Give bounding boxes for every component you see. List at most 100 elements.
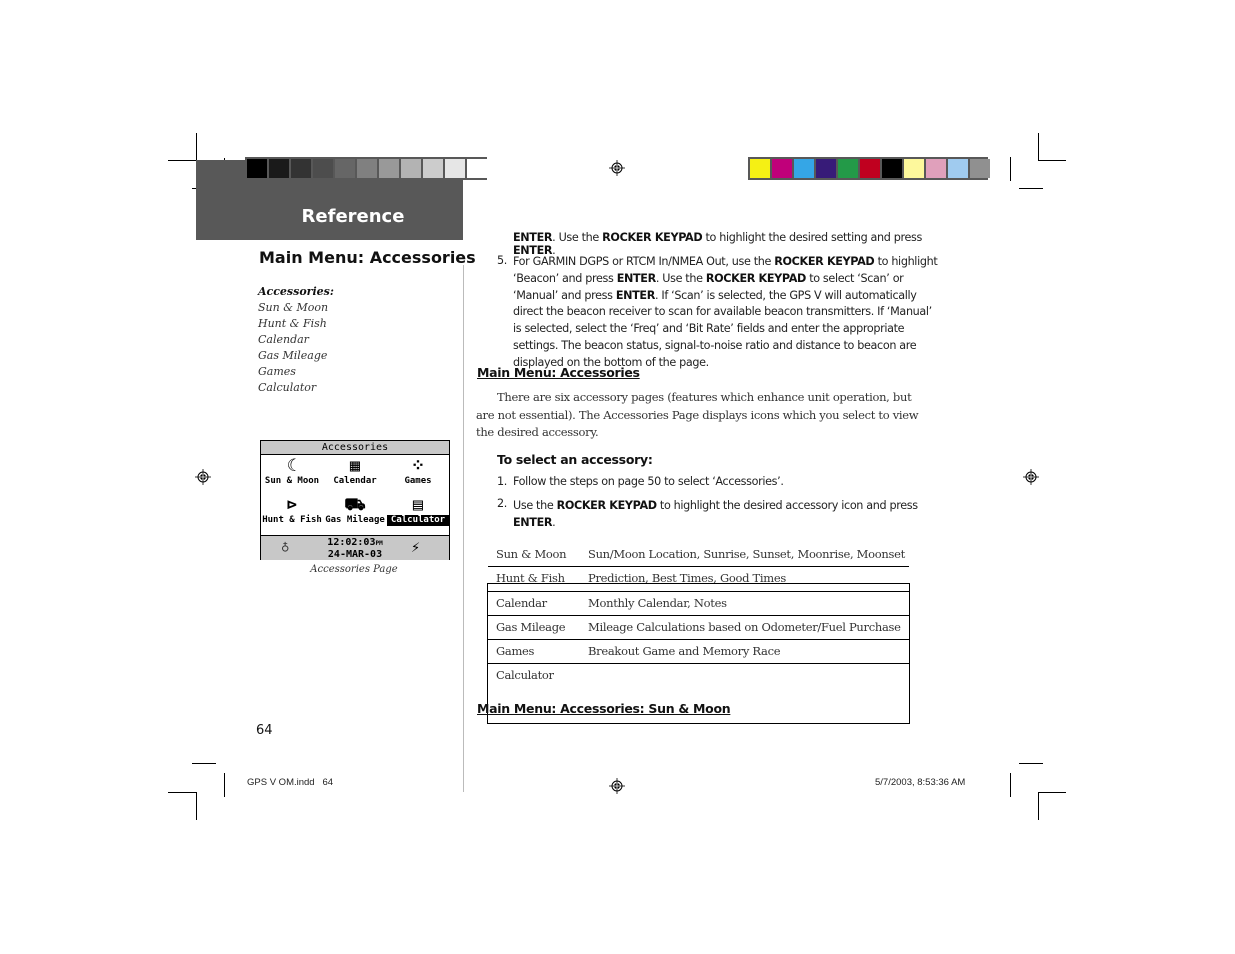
calendar-icon: ▦ bbox=[349, 456, 361, 476]
table-row-name: Gas Mileage bbox=[496, 620, 566, 634]
table-row-desc: Prediction, Best Times, Good Times bbox=[588, 571, 786, 583]
step-5-number: 5. bbox=[497, 254, 507, 267]
column-divider bbox=[463, 265, 464, 792]
registration-mark-icon bbox=[195, 469, 211, 485]
body-text: Use the bbox=[513, 499, 557, 512]
sidebar-list-item: Hunt & Fish bbox=[258, 317, 327, 330]
keyword-text: ROCKER KEYPAD bbox=[705, 271, 806, 285]
keyword-text: ENTER bbox=[616, 271, 657, 285]
color-swatch bbox=[816, 159, 836, 178]
crop-mark bbox=[196, 792, 197, 820]
table-row-name: Games bbox=[496, 644, 535, 658]
color-swatch bbox=[794, 159, 814, 178]
device-screen-title: Accessories bbox=[261, 441, 449, 455]
color-swatch bbox=[882, 159, 902, 178]
color-swatch bbox=[838, 159, 858, 178]
device-icon-label-selected: Calculator bbox=[387, 515, 449, 526]
body-text: to highlight the desired setting and pre… bbox=[702, 231, 923, 244]
figure-caption: Accessories Page bbox=[310, 564, 398, 575]
page-number: 64 bbox=[256, 723, 273, 738]
sidebar-list-item: Games bbox=[258, 365, 296, 378]
crop-mark bbox=[1019, 763, 1043, 764]
keyword-text: ROCKER KEYPAD bbox=[602, 231, 703, 244]
table-row-name: Calculator bbox=[496, 668, 554, 682]
sidebar-list-heading: Accessories: bbox=[258, 285, 334, 298]
device-icon-games: ⁘ Games bbox=[387, 456, 449, 487]
keyword-text: ROCKER KEYPAD bbox=[556, 499, 657, 512]
step-2-number: 2. bbox=[497, 497, 507, 510]
keyword-text: ENTER bbox=[513, 516, 553, 529]
sidebar-list-item: Sun & Moon bbox=[258, 301, 329, 314]
table-row-desc: Sun/Moon Location, Sunrise, Sunset, Moon… bbox=[588, 547, 905, 561]
sun-moon-heading: Main Menu: Accessories: Sun & Moon bbox=[477, 701, 731, 716]
registration-mark-icon bbox=[1023, 469, 1039, 485]
backlight-bulb-icon: ♁ bbox=[281, 539, 290, 555]
body-text: . Use the bbox=[655, 271, 706, 285]
device-time: 12:02:03 bbox=[327, 537, 376, 548]
color-swatch bbox=[313, 159, 333, 178]
table-rule bbox=[488, 591, 909, 592]
color-swatch bbox=[970, 159, 990, 178]
table-row-name: Hunt & Fish bbox=[496, 571, 565, 583]
table-rule bbox=[488, 566, 909, 567]
device-icon-calculator: ▤ Calculator bbox=[387, 495, 449, 526]
table-row-name: Sun & Moon bbox=[496, 547, 567, 561]
color-swatch bbox=[379, 159, 399, 178]
step-1-number: 1. bbox=[497, 475, 507, 488]
sidebar-title: Main Menu: Accessories bbox=[259, 248, 476, 267]
external-power-plug-icon: ⚡ bbox=[411, 538, 421, 556]
crop-mark bbox=[196, 133, 197, 161]
color-swatch bbox=[772, 159, 792, 178]
crop-mark bbox=[1038, 792, 1066, 793]
color-swatch bbox=[750, 159, 770, 178]
color-swatch bbox=[860, 159, 880, 178]
table-rule bbox=[488, 663, 909, 664]
color-swatch bbox=[948, 159, 968, 178]
step-1-text: Follow the steps on page 50 to select ‘A… bbox=[513, 475, 784, 488]
color-swatch bbox=[423, 159, 443, 178]
color-swatch bbox=[926, 159, 946, 178]
color-swatch bbox=[401, 159, 421, 178]
device-status-bar: ♁ 12:02:03PM 24-MAR-03 ⚡ bbox=[261, 535, 449, 560]
sidebar-accessory-list: Accessories: Sun & Moon Hunt & Fish Cale… bbox=[258, 284, 334, 396]
sidebar-list-item: Gas Mileage bbox=[258, 349, 328, 362]
keyword-text: ROCKER KEYPAD bbox=[774, 255, 875, 268]
table-row-name: Calendar bbox=[496, 596, 547, 610]
body-text: to highlight the desired accessory icon … bbox=[656, 499, 918, 512]
device-icon-gas-mileage: ⛟ Gas Mileage bbox=[324, 495, 386, 526]
color-swatch bbox=[247, 159, 267, 178]
footer-file-slug: GPS V OM.indd 64 bbox=[247, 777, 334, 788]
device-icon-label: Calendar bbox=[333, 476, 377, 486]
color-swatch bbox=[269, 159, 289, 178]
crop-mark bbox=[168, 792, 196, 793]
color-swatch bbox=[467, 159, 487, 178]
table-row-desc: Monthly Calendar, Notes bbox=[588, 596, 727, 610]
body-text: For GARMIN DGPS or RTCM In/NMEA Out, use… bbox=[513, 255, 775, 268]
sidebar-list-item: Calendar bbox=[258, 333, 309, 346]
select-accessory-heading: To select an accessory: bbox=[497, 452, 653, 467]
registration-mark-icon bbox=[609, 778, 625, 794]
device-icon-label: Hunt & Fish bbox=[262, 515, 322, 525]
accessories-page-screenshot: Accessories ☾ Sun & Moon ▦ Calendar ⁘ Ga… bbox=[260, 440, 450, 560]
device-icon-label: Sun & Moon bbox=[264, 476, 320, 486]
crop-mark bbox=[1038, 160, 1066, 161]
device-date: 24-MAR-03 bbox=[327, 549, 383, 560]
crop-mark bbox=[224, 773, 225, 797]
body-text: . bbox=[552, 516, 556, 529]
keyword-text: ENTER bbox=[615, 288, 656, 302]
crop-mark bbox=[192, 763, 216, 764]
table-rule bbox=[488, 615, 909, 616]
games-icon: ⁘ bbox=[410, 456, 426, 476]
crop-mark bbox=[168, 160, 196, 161]
crop-mark bbox=[1010, 773, 1011, 797]
crop-mark bbox=[1038, 133, 1039, 161]
car-icon: ⛟ bbox=[344, 495, 366, 515]
accessories-heading: Main Menu: Accessories bbox=[477, 365, 640, 380]
crop-mark bbox=[1010, 157, 1011, 181]
color-swatch bbox=[357, 159, 377, 178]
table-row-desc: Breakout Game and Memory Race bbox=[588, 644, 781, 658]
crop-mark bbox=[1019, 188, 1043, 189]
color-swatch bbox=[904, 159, 924, 178]
table-rule bbox=[488, 639, 909, 640]
keyword-text: ENTER bbox=[513, 231, 553, 244]
